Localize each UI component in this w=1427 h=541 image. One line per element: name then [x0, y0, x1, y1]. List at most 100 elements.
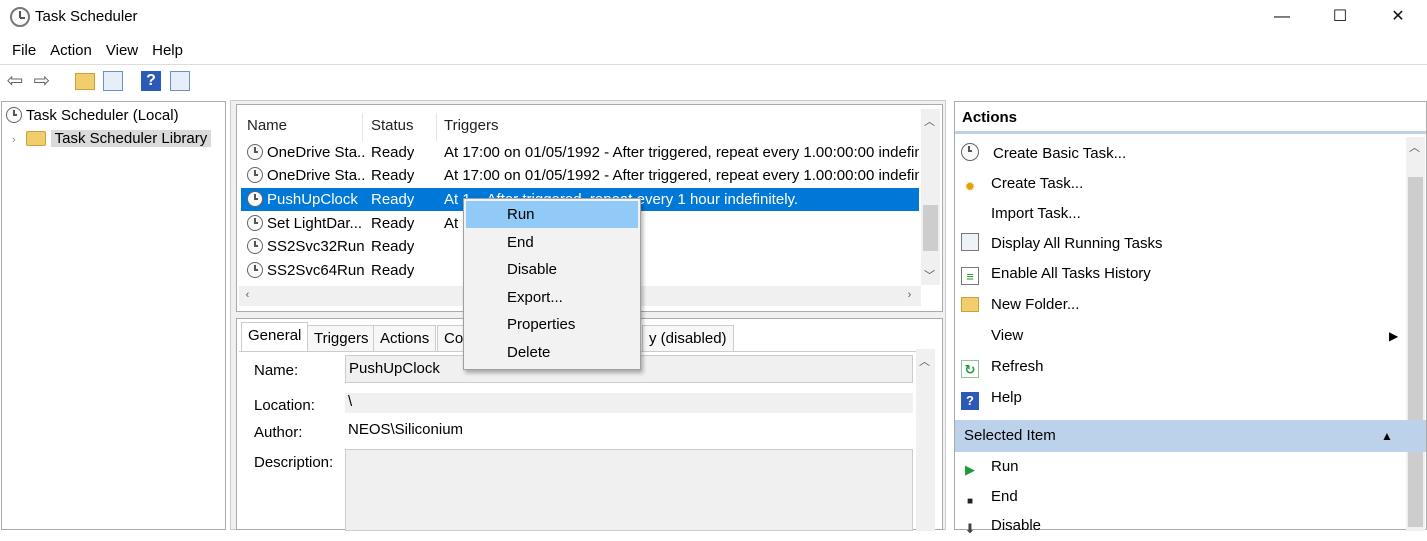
tab-actions[interactable]: Actions — [373, 325, 437, 351]
view-icon — [961, 325, 979, 343]
scrollbar-thumb[interactable] — [923, 205, 938, 251]
clock-icon — [247, 144, 263, 160]
menu-view[interactable]: View — [99, 40, 145, 62]
action-refresh[interactable]: ↻ Refresh — [961, 352, 1401, 382]
column-divider[interactable] — [362, 113, 363, 141]
chevron-up-icon[interactable]: ︿ — [1406, 139, 1423, 155]
context-run[interactable]: Run — [466, 201, 638, 228]
task-status: Ready — [371, 191, 415, 208]
folder-clock-icon — [25, 131, 46, 146]
end-icon: ■ — [966, 496, 974, 507]
tree-item-local[interactable]: Task Scheduler (Local) — [6, 105, 179, 127]
show-hide-tree-icon[interactable] — [103, 71, 123, 91]
menu-file[interactable]: File — [0, 40, 43, 62]
table-row[interactable]: OneDrive Sta... Ready At 17:00 on 01/05/… — [241, 164, 919, 187]
menu-help[interactable]: Help — [145, 40, 190, 62]
action-view[interactable]: View ▶ — [961, 321, 1401, 351]
task-status: Ready — [371, 262, 415, 279]
back-arrow-icon[interactable]: ⇦ — [5, 71, 25, 91]
context-disable[interactable]: Disable — [466, 256, 638, 283]
close-button[interactable]: ✕ — [1369, 0, 1427, 34]
help-icon[interactable]: ? — [141, 71, 161, 91]
table-row[interactable]: OneDrive Sta... Ready At 17:00 on 01/05/… — [241, 141, 919, 164]
action-help[interactable]: ? Help — [961, 383, 1401, 413]
navigation-tree: Task Scheduler (Local) › Task Scheduler L… — [1, 101, 226, 530]
context-delete[interactable]: Delete — [466, 339, 638, 366]
chevron-up-icon[interactable]: ︿ — [921, 113, 938, 129]
context-properties[interactable]: Properties — [466, 311, 638, 338]
history-icon: ≡ — [961, 267, 979, 285]
action-display-running[interactable]: Display All Running Tasks — [961, 229, 1401, 259]
menu-bar: File Action View Help — [0, 40, 190, 62]
action-enable-history[interactable]: ≡ Enable All Tasks History — [961, 259, 1401, 289]
tab-general[interactable]: General — [241, 322, 309, 351]
location-label: Location: — [254, 397, 315, 414]
column-header-triggers[interactable]: Triggers — [444, 117, 498, 134]
task-status: Ready — [371, 167, 415, 184]
chevron-up-icon[interactable]: ︿ — [916, 353, 933, 369]
column-divider[interactable] — [436, 113, 437, 141]
action-disable[interactable]: ⬇ Disable — [961, 511, 1401, 541]
tab-history[interactable]: y (disabled) — [642, 325, 734, 351]
action-new-folder[interactable]: New Folder... — [961, 290, 1401, 320]
location-field[interactable]: \ — [345, 393, 913, 413]
description-field[interactable] — [345, 449, 913, 531]
tree-item-library[interactable]: › Task Scheduler Library — [12, 128, 212, 150]
clock-icon — [247, 191, 263, 207]
author-label: Author: — [254, 424, 303, 441]
actions-pane: Actions ︿ Create Basic Task... ✹ Create T… — [954, 101, 1427, 536]
window-title: Task Scheduler — [35, 8, 138, 25]
chevron-right-icon[interactable]: › — [901, 289, 918, 301]
disable-icon: ⬇ — [964, 521, 976, 536]
author-field[interactable]: NEOS\Siliconium — [345, 420, 913, 442]
column-header-name[interactable]: Name — [247, 117, 287, 134]
action-import-task[interactable]: Import Task... — [961, 199, 1401, 229]
clock-icon — [247, 262, 263, 278]
action-create-task[interactable]: ✹ Create Task... — [961, 169, 1401, 199]
clock-icon — [247, 238, 263, 254]
scrollbar-thumb[interactable] — [1408, 177, 1423, 527]
context-export[interactable]: Export... — [466, 284, 638, 311]
selected-item-header[interactable]: Selected Item ▲ — [955, 420, 1426, 452]
chevron-left-icon[interactable]: ‹ — [239, 289, 256, 301]
name-label: Name: — [254, 362, 299, 379]
forward-arrow-icon[interactable]: ⇨ — [32, 71, 52, 91]
vertical-scrollbar[interactable]: ︿ — [916, 349, 935, 531]
column-header-status[interactable]: Status — [371, 117, 414, 134]
running-tasks-icon — [961, 233, 979, 251]
clock-star-icon: ✹ — [964, 179, 976, 194]
task-status: Ready — [371, 144, 415, 161]
title-bar: Task Scheduler — ☐ ✕ — [0, 0, 1427, 34]
clock-icon — [247, 167, 263, 183]
menu-action[interactable]: Action — [43, 40, 99, 62]
vertical-scrollbar[interactable]: ︿ — [1406, 137, 1425, 531]
show-hide-action-pane-icon[interactable] — [170, 71, 190, 91]
import-icon — [961, 203, 979, 221]
description-label: Description: — [254, 454, 334, 471]
chevron-down-icon[interactable]: ﹀ — [921, 267, 938, 283]
minimize-button[interactable]: — — [1253, 0, 1311, 34]
action-end[interactable]: ■ End — [961, 482, 1401, 512]
clock-icon — [6, 107, 22, 123]
submenu-arrow-icon: ▶ — [1389, 329, 1399, 343]
context-end[interactable]: End — [466, 229, 638, 256]
context-menu: Run End Disable Export... Properties Del… — [463, 198, 641, 370]
action-run[interactable]: ▶ Run — [961, 452, 1401, 482]
clock-icon — [247, 215, 263, 231]
refresh-icon: ↻ — [961, 360, 979, 378]
tab-triggers[interactable]: Triggers — [307, 325, 376, 351]
actions-header: Actions — [955, 102, 1426, 134]
help-icon: ? — [961, 392, 979, 410]
action-create-basic-task[interactable]: Create Basic Task... — [961, 139, 1401, 169]
new-folder-icon — [961, 297, 979, 312]
task-trigger: At 17:00 on 01/05/1992 - After triggered… — [444, 167, 919, 184]
chevron-right-icon[interactable]: › — [12, 134, 16, 146]
task-scheduler-icon — [10, 7, 30, 27]
vertical-scrollbar[interactable]: ︿ ﹀ — [921, 109, 940, 285]
up-folder-icon[interactable] — [75, 73, 95, 90]
task-trigger: At 17:00 on 01/05/1992 - After triggered… — [444, 144, 919, 161]
clock-wand-icon — [961, 143, 979, 161]
task-status: Ready — [371, 215, 415, 232]
maximize-button[interactable]: ☐ — [1311, 0, 1369, 34]
collapse-up-icon[interactable]: ▲ — [1381, 420, 1393, 452]
